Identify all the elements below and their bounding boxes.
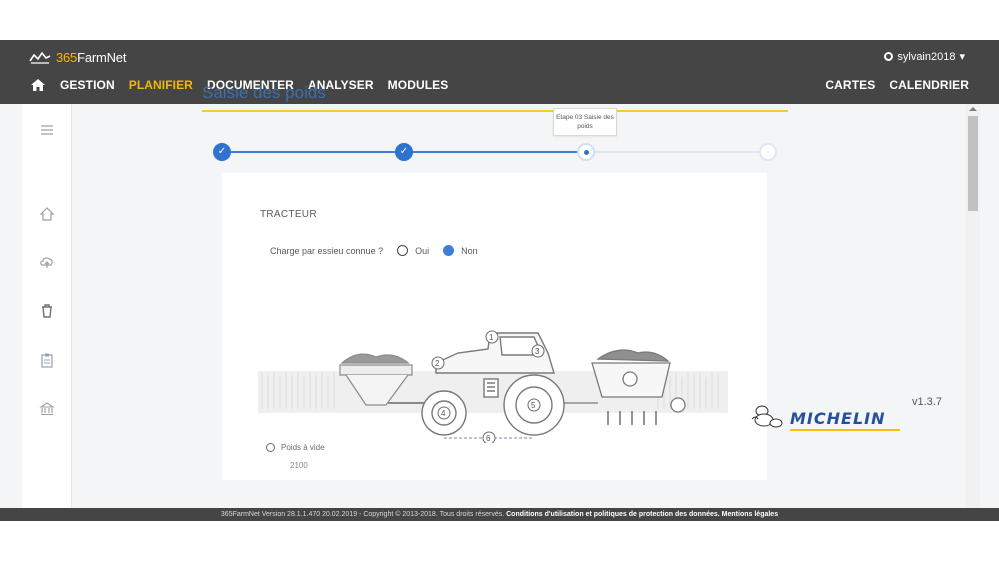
step-2-complete[interactable]: ✓ <box>395 143 413 161</box>
footer-legal-link[interactable]: Conditions d'utilisation et politiques d… <box>506 511 778 518</box>
step-3-current[interactable] <box>577 143 595 161</box>
empty-weight-text: Poids à vide <box>281 443 325 452</box>
marker-6: 6 <box>486 434 491 443</box>
bibendum-icon <box>751 405 783 428</box>
radio-oui[interactable] <box>397 245 409 256</box>
farmnet-logo-icon <box>29 51 51 64</box>
radio-non-label[interactable]: Non <box>461 246 478 256</box>
step-4-pending[interactable] <box>759 143 777 161</box>
footer-bar: 365FarmNet Version 28.1.1.470 20.02.2019… <box>0 508 999 521</box>
tractor-diagram: 1 2 3 4 5 6 <box>258 330 728 443</box>
stepper-remaining-line <box>586 151 768 153</box>
form-card: TRACTEUR Charge par essieu connue ? Oui … <box>222 173 767 480</box>
chevron-down-icon: ▾ <box>959 51 965 63</box>
marker-1: 1 <box>489 333 494 342</box>
axle-load-question: Charge par essieu connue ? Oui Non <box>270 245 478 256</box>
marker-4: 4 <box>441 409 446 418</box>
user-menu[interactable]: sylvain2018 ▾ <box>884 50 965 63</box>
brand-name: 365FarmNet <box>56 50 127 65</box>
top-navigation-bar: 365FarmNet sylvain2018 ▾ GESTION PLANIFI… <box>0 40 999 104</box>
empty-weight-value[interactable]: 2100 <box>290 461 308 470</box>
scroll-thumb[interactable] <box>968 116 978 211</box>
michelin-wordmark: MICHELIN <box>790 408 886 428</box>
trash-icon[interactable] <box>39 303 55 319</box>
nav-cartes[interactable]: CARTES <box>825 78 875 92</box>
radio-oui-label[interactable]: Oui <box>415 246 429 256</box>
footer-copyright: 365FarmNet Version 28.1.1.470 20.02.2019… <box>220 511 505 518</box>
cloud-upload-icon[interactable] <box>39 254 55 270</box>
step-tooltip: Etape 03 Saisie des poids <box>553 108 617 136</box>
question-label: Charge par essieu connue ? <box>270 245 384 256</box>
radio-non[interactable] <box>443 245 455 256</box>
brand-logo[interactable]: 365FarmNet <box>28 50 126 65</box>
nav-modules[interactable]: MODULES <box>388 78 449 92</box>
empty-weight-label: Poids à vide <box>266 443 325 452</box>
menu-icon[interactable] <box>39 122 55 138</box>
nav-planifier[interactable]: PLANIFIER <box>129 78 193 92</box>
michelin-logo: MICHELIN <box>750 403 900 433</box>
title-underline <box>202 110 788 112</box>
user-name: sylvain2018 <box>897 50 956 63</box>
marker-5: 5 <box>531 401 536 410</box>
clock-icon <box>266 443 275 452</box>
michelin-underline <box>790 429 900 431</box>
step-1-complete[interactable]: ✓ <box>213 143 231 161</box>
scroll-up-icon[interactable] <box>969 107 977 111</box>
sidebar <box>22 104 72 520</box>
bank-icon[interactable] <box>39 401 55 417</box>
nav-gestion[interactable]: GESTION <box>60 78 115 92</box>
vertical-scrollbar[interactable] <box>966 104 980 520</box>
home-icon[interactable] <box>30 78 46 92</box>
marker-3: 3 <box>535 347 540 356</box>
nav-calendrier[interactable]: CALENDRIER <box>889 78 969 92</box>
home-icon[interactable] <box>39 206 55 222</box>
page-title: Saisie des poids <box>202 83 326 102</box>
marker-2: 2 <box>435 359 440 368</box>
version-label: v1.3.7 <box>912 396 942 408</box>
user-status-icon <box>884 52 894 61</box>
secondary-nav: CARTES CALENDRIER <box>825 78 969 92</box>
clipboard-icon[interactable] <box>39 352 55 368</box>
section-title: TRACTEUR <box>260 209 317 220</box>
